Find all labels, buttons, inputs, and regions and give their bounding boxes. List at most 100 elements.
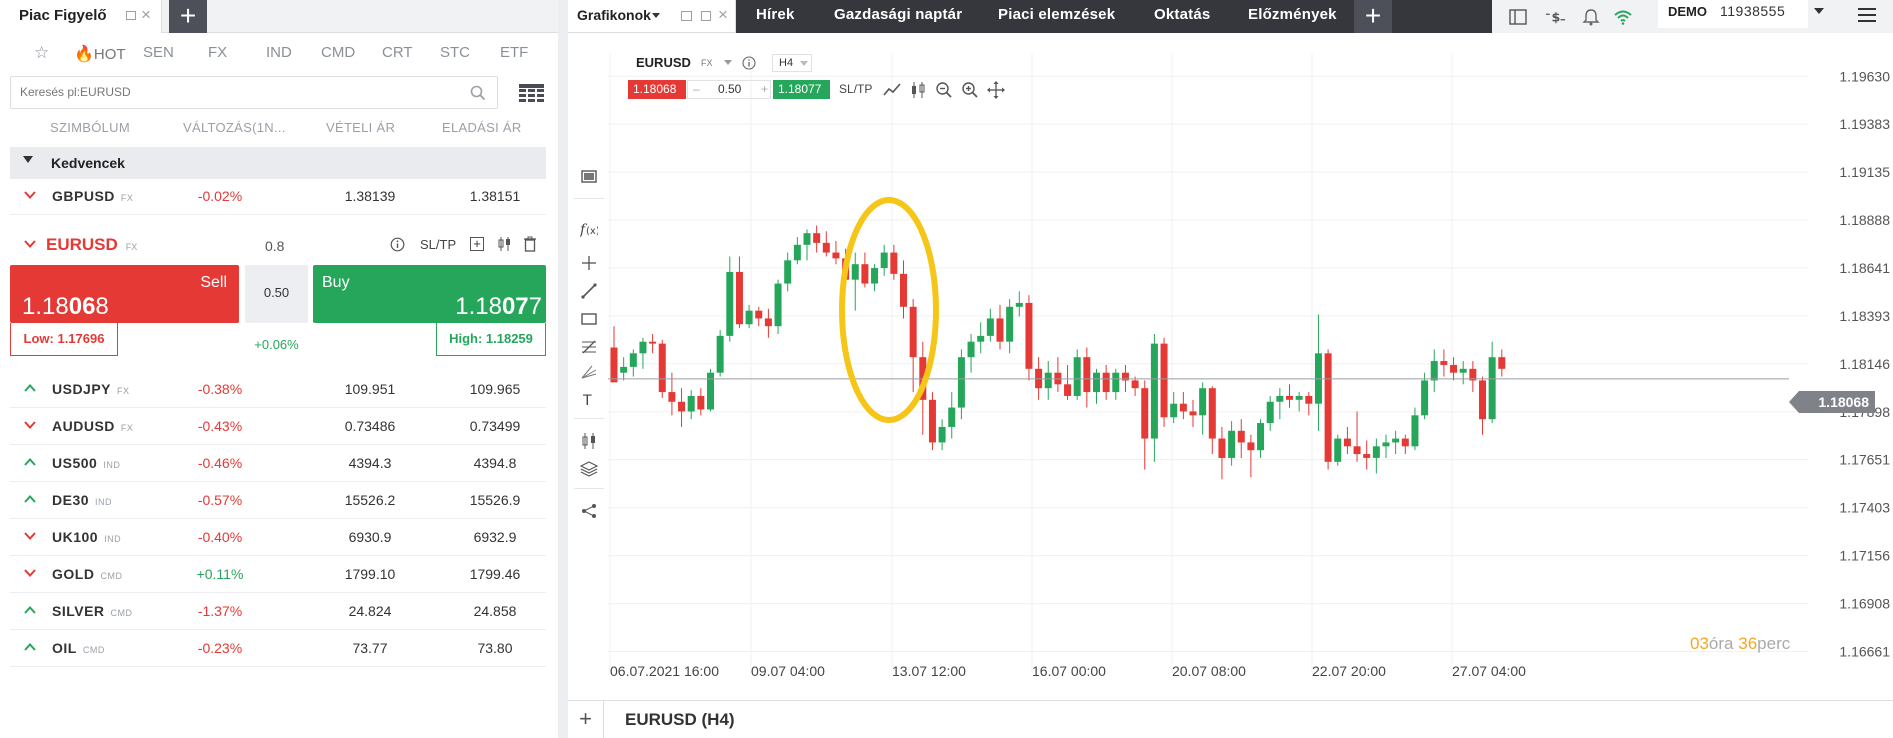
instrument-bid[interactable]: 4394.3 xyxy=(310,455,430,471)
chevron-up-icon[interactable] xyxy=(24,495,36,503)
instrument-row-usdjpy[interactable]: USDJPY FX -0.38% 109.951 109.965 xyxy=(10,372,546,408)
chevron-down-icon[interactable] xyxy=(24,532,36,540)
rectangle-icon[interactable] xyxy=(580,310,598,328)
add-panel-button[interactable]: + xyxy=(169,0,207,33)
lot-size-input[interactable]: 0.50 xyxy=(245,265,308,323)
tab-ind[interactable]: IND xyxy=(266,44,292,61)
instrument-row-gbpusd[interactable]: GBPUSD FX -0.02% 1.38139 1.38151 xyxy=(10,179,546,215)
instrument-row-audusd[interactable]: AUDUSD FX -0.43% 0.73486 0.73499 xyxy=(10,409,546,445)
table-view-icon[interactable] xyxy=(519,84,544,102)
panel-splitter[interactable] xyxy=(558,0,568,738)
instrument-bid[interactable]: 73.77 xyxy=(310,640,430,656)
tab-sen[interactable]: SEN xyxy=(143,44,174,61)
chevron-down-icon[interactable] xyxy=(24,240,36,248)
chevron-down-icon[interactable] xyxy=(24,569,36,577)
search-icon[interactable] xyxy=(469,84,487,102)
layout-icon[interactable] xyxy=(1508,7,1528,27)
chart-buy-button[interactable]: 1.18077 xyxy=(773,80,830,99)
window-icon[interactable] xyxy=(126,11,136,20)
function-icon[interactable]: f(x) xyxy=(580,220,598,238)
bell-icon[interactable] xyxy=(1581,7,1601,27)
instrument-row-oil[interactable]: OIL CMD -0.23% 73.77 73.80 xyxy=(10,631,546,667)
chevron-up-icon[interactable] xyxy=(24,643,36,651)
nav-education[interactable]: Oktatás xyxy=(1154,6,1210,23)
candlestick-icon[interactable] xyxy=(497,236,513,252)
minus-icon[interactable]: – xyxy=(693,81,700,98)
layers-icon[interactable] xyxy=(580,460,598,478)
buy-button[interactable]: Buy 1.18077 xyxy=(313,265,546,323)
expanded-instrument-header[interactable]: EURUSD FX 0.8 SL/TP + xyxy=(10,226,546,266)
add-chart-button[interactable]: + xyxy=(568,701,604,738)
close-icon[interactable]: × xyxy=(141,5,151,25)
pitchfork-icon[interactable] xyxy=(580,364,598,382)
zoom-out-icon[interactable] xyxy=(934,80,954,100)
chart-lot-stepper[interactable]: – 0.50 + xyxy=(687,80,771,99)
chart-area[interactable]: 1.19630 1.19383 1.19135 1.18888 1.18641 1.183… xyxy=(568,33,1893,700)
instrument-bid[interactable]: 1.38139 xyxy=(310,188,430,204)
indicator-candles-icon[interactable] xyxy=(580,432,598,450)
group-favorites[interactable]: Kedvencek xyxy=(10,147,546,179)
nav-market-analysis[interactable]: Piaci elemzések xyxy=(998,6,1115,23)
instrument-ask[interactable]: 4394.8 xyxy=(435,455,555,471)
instrument-bid[interactable]: 0.73486 xyxy=(310,418,430,434)
tab-crt[interactable]: CRT xyxy=(382,44,413,61)
chevron-down-icon[interactable] xyxy=(24,191,36,199)
tab-fx[interactable]: FX xyxy=(208,44,227,61)
instrument-ask[interactable]: 1799.46 xyxy=(435,566,555,582)
timeframe-select[interactable]: H4 xyxy=(772,54,812,72)
instrument-ask[interactable]: 6932.9 xyxy=(435,529,555,545)
instrument-row-gold[interactable]: GOLD CMD +0.11% 1799.10 1799.46 xyxy=(10,557,546,593)
sell-button[interactable]: Sell 1.18068 xyxy=(10,265,239,323)
candlestick-chart[interactable]: 1.19630 1.19383 1.19135 1.18888 1.18641 1.183… xyxy=(568,33,1893,700)
instrument-bid[interactable]: 24.824 xyxy=(310,603,430,619)
nav-history[interactable]: Előzmények xyxy=(1248,6,1337,23)
plus-icon[interactable]: + xyxy=(761,81,768,98)
instrument-row-de30[interactable]: DE30 IND -0.57% 15526.2 15526.9 xyxy=(10,483,546,519)
share-icon[interactable] xyxy=(580,502,598,520)
fibonacci-icon[interactable] xyxy=(580,338,598,356)
crosshair-plus-icon[interactable] xyxy=(580,254,598,272)
chevron-up-icon[interactable] xyxy=(24,384,36,392)
chart-type-icon[interactable] xyxy=(580,168,598,186)
candlestick-icon[interactable] xyxy=(908,80,928,100)
trendline-icon[interactable] xyxy=(580,282,598,300)
charts-tab[interactable]: Grafikonok × xyxy=(568,0,736,33)
nav-economic-calendar[interactable]: Gazdasági naptár xyxy=(834,6,962,23)
instrument-ask[interactable]: 109.965 xyxy=(435,381,555,397)
col-ask[interactable]: ELADÁSI ÁR xyxy=(442,120,522,135)
popout-icon[interactable] xyxy=(681,11,692,21)
col-bid[interactable]: VÉTELI ÁR xyxy=(326,120,395,135)
sltp-button[interactable]: SL/TP xyxy=(420,237,456,252)
col-change[interactable]: VÁLTOZÁS(1N... xyxy=(183,120,286,135)
add-tab-button[interactable]: + xyxy=(1354,0,1392,33)
instrument-ask[interactable]: 1.38151 xyxy=(435,188,555,204)
info-icon[interactable] xyxy=(742,56,756,70)
add-icon[interactable]: + xyxy=(470,237,484,251)
tab-hot[interactable]: 🔥HOT xyxy=(74,44,126,64)
tab-cmd[interactable]: CMD xyxy=(321,44,355,61)
instrument-ask[interactable]: 15526.9 xyxy=(435,492,555,508)
instrument-ask[interactable]: 24.858 xyxy=(435,603,555,619)
nav-news[interactable]: Hírek xyxy=(756,6,795,23)
star-icon[interactable]: ☆ xyxy=(34,43,49,63)
account-selector[interactable]: DEMO 11938555 xyxy=(1658,0,1808,28)
watchlist-tab[interactable]: Piac Figyelő × xyxy=(0,0,162,33)
chart-symbol[interactable]: EURUSD xyxy=(636,55,691,70)
chevron-up-icon[interactable] xyxy=(24,458,36,466)
line-chart-icon[interactable] xyxy=(882,80,902,100)
trash-icon[interactable] xyxy=(523,236,537,252)
col-symbol[interactable]: SZIMBÓLUM xyxy=(50,120,130,135)
caret-down-icon[interactable] xyxy=(1814,8,1824,14)
hamburger-menu-icon[interactable] xyxy=(1858,8,1876,22)
search-input[interactable] xyxy=(20,85,460,99)
instrument-bid[interactable]: 15526.2 xyxy=(310,492,430,508)
instrument-bid[interactable]: 109.951 xyxy=(310,381,430,397)
chart-sell-button[interactable]: 1.18068 xyxy=(628,80,686,99)
chart-sltp-button[interactable]: SL/TP xyxy=(839,82,872,96)
instrument-row-silver[interactable]: SILVER CMD -1.37% 24.824 24.858 xyxy=(10,594,546,630)
window-icon[interactable] xyxy=(701,11,711,21)
tab-stc[interactable]: STC xyxy=(440,44,470,61)
close-icon[interactable]: × xyxy=(718,5,728,25)
move-icon[interactable] xyxy=(986,80,1006,100)
instrument-row-uk100[interactable]: UK100 IND -0.40% 6930.9 6932.9 xyxy=(10,520,546,556)
